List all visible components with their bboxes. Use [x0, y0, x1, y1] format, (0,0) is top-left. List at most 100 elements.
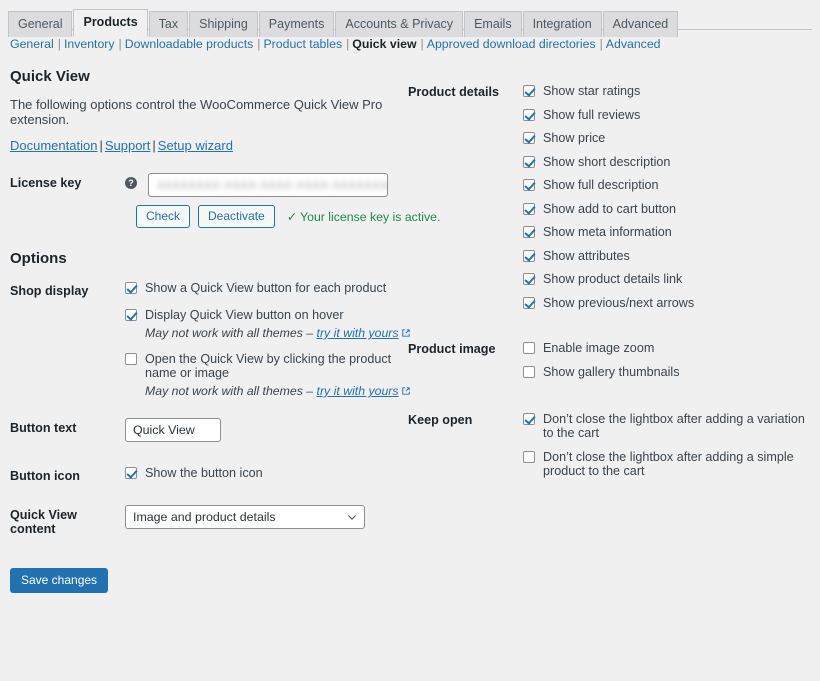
- help-icon[interactable]: ?: [125, 177, 137, 189]
- option-note: May not work with all themes – try it wi…: [145, 384, 410, 398]
- checkbox-label: Show attributes: [543, 249, 630, 263]
- checkbox-label: Show a Quick View button for each produc…: [145, 281, 386, 295]
- keep-open-options: Don’t close the lightbox after adding a …: [523, 412, 808, 487]
- tab-shipping[interactable]: Shipping: [189, 11, 258, 37]
- checkbox-row[interactable]: Show a Quick View button for each produc…: [125, 281, 410, 295]
- right-column: Product details Show star ratings Show fu…: [408, 68, 808, 487]
- checkbox-row[interactable]: Show full reviews: [523, 108, 808, 122]
- settings-content: Quick View The following options control…: [0, 68, 820, 593]
- checkbox-label: Show price: [543, 131, 605, 145]
- subnav-item-advanced[interactable]: Advanced: [606, 37, 661, 51]
- checkbox-row[interactable]: Show price: [523, 131, 808, 145]
- link-documentation[interactable]: Documentation: [10, 138, 97, 153]
- checkbox-row[interactable]: Display Quick View button on hover: [125, 308, 410, 322]
- checkbox-row[interactable]: Show short description: [523, 155, 808, 169]
- tab-advanced[interactable]: Advanced: [603, 11, 679, 37]
- subnav-separator: |: [54, 37, 64, 51]
- checkbox-row[interactable]: Don’t close the lightbox after adding a …: [523, 412, 808, 440]
- checkbox-show-attributes[interactable]: [523, 250, 535, 262]
- license-key-input[interactable]: XXXXXXXX-XXXX-XXXX-XXXX-XXXXXXXXXXXX: [148, 173, 388, 197]
- try-it-with-yours-link[interactable]: try it with yours: [317, 384, 399, 398]
- check-license-button[interactable]: Check: [136, 205, 190, 228]
- checkbox-row[interactable]: Show gallery thumbnails: [523, 365, 808, 379]
- button-icon-label: Button icon: [10, 466, 125, 483]
- button-text-label: Button text: [10, 418, 125, 435]
- link-separator: |: [150, 138, 157, 153]
- checkbox-row[interactable]: Show full description: [523, 178, 808, 192]
- tab-emails[interactable]: Emails: [464, 11, 522, 37]
- checkbox-row[interactable]: Don’t close the lightbox after adding a …: [523, 450, 808, 478]
- checkbox-show-a-quick-view-button-for-each-product[interactable]: [125, 282, 137, 294]
- checkbox-label: Show full description: [543, 178, 659, 192]
- page-title: Quick View: [10, 68, 410, 85]
- checkbox-don-t-close-the-lightbox-after-adding-a-simple-product-to-the-cart[interactable]: [523, 451, 535, 463]
- button-icon-row: Button icon Show the button icon: [10, 466, 410, 493]
- checkbox-row[interactable]: Show star ratings: [523, 84, 808, 98]
- checkbox-label: Show product details link: [543, 272, 682, 286]
- checkbox-show-product-details-link[interactable]: [523, 273, 535, 285]
- checkbox-show-full-reviews[interactable]: [523, 109, 535, 121]
- checkbox-enable-image-zoom[interactable]: [523, 342, 535, 354]
- try-it-with-yours-link[interactable]: try it with yours: [317, 326, 399, 340]
- checkbox-show-meta-information[interactable]: [523, 226, 535, 238]
- checkbox-show-full-description[interactable]: [523, 179, 535, 191]
- checkbox-label: Show add to cart button: [543, 202, 676, 216]
- product-image-options: Enable image zoom Show gallery thumbnails: [523, 341, 808, 388]
- checkbox-display-quick-view-button-on-hover[interactable]: [125, 309, 137, 321]
- checkbox-show-price[interactable]: [523, 132, 535, 144]
- checkbox-label: Enable image zoom: [543, 341, 654, 355]
- checkmark-icon: ✓: [287, 210, 297, 224]
- product-details-label: Product details: [408, 84, 523, 99]
- checkbox-row[interactable]: Show add to cart button: [523, 202, 808, 216]
- subnav-separator: |: [253, 37, 263, 51]
- option-note-text: May not work with all themes –: [145, 326, 317, 340]
- checkbox-show-button-icon[interactable]: [125, 467, 137, 479]
- tab-tax[interactable]: Tax: [149, 11, 188, 37]
- checkbox-label: Don’t close the lightbox after adding a …: [543, 412, 808, 440]
- checkbox-row[interactable]: Enable image zoom: [523, 341, 808, 355]
- quick-view-content-selected-value: Image and product details: [133, 510, 276, 524]
- tab-payments[interactable]: Payments: [259, 11, 335, 37]
- checkbox-label: Don’t close the lightbox after adding a …: [543, 450, 808, 478]
- left-column: Quick View The following options control…: [10, 68, 410, 593]
- subnav-item-inventory[interactable]: Inventory: [64, 37, 115, 51]
- subnav-separator: |: [596, 37, 606, 51]
- save-changes-button[interactable]: Save changes: [10, 568, 108, 593]
- tab-accounts-privacy[interactable]: Accounts & Privacy: [335, 11, 463, 37]
- link-support[interactable]: Support: [105, 138, 151, 153]
- checkbox-show-add-to-cart-button[interactable]: [523, 203, 535, 215]
- subnav-item-general[interactable]: General: [10, 37, 54, 51]
- checkbox-don-t-close-the-lightbox-after-adding-a-variation-to-the-cart[interactable]: [523, 413, 535, 425]
- checkbox-show-star-ratings[interactable]: [523, 85, 535, 97]
- save-row: Save changes: [10, 568, 410, 593]
- subnav-item-approved-download-directories[interactable]: Approved download directories: [427, 37, 596, 51]
- checkbox-label: Show previous/next arrows: [543, 296, 694, 310]
- checkbox-open-the-quick-view-by-clicking-the-product-name-or-image[interactable]: [125, 353, 137, 365]
- checkbox-row[interactable]: Show product details link: [523, 272, 808, 286]
- subnav-item-quick-view: Quick view: [352, 37, 416, 51]
- checkbox-row[interactable]: Show attributes: [523, 249, 808, 263]
- checkbox-row[interactable]: Show meta information: [523, 225, 808, 239]
- subnav-separator: |: [342, 37, 352, 51]
- checkbox-show-gallery-thumbnails[interactable]: [523, 366, 535, 378]
- checkbox-row[interactable]: Open the Quick View by clicking the prod…: [125, 352, 410, 380]
- checkbox-show-previous-next-arrows[interactable]: [523, 297, 535, 309]
- options-title: Options: [10, 250, 410, 267]
- checkbox-label: Display Quick View button on hover: [145, 308, 344, 322]
- checkbox-label: Show star ratings: [543, 84, 640, 98]
- link-setup-wizard[interactable]: Setup wizard: [158, 138, 233, 153]
- tab-products[interactable]: Products: [73, 9, 147, 37]
- tab-integration[interactable]: Integration: [523, 11, 602, 37]
- subnav-item-product-tables[interactable]: Product tables: [263, 37, 342, 51]
- quick-view-content-select[interactable]: Image and product details: [125, 505, 365, 529]
- checkbox-row[interactable]: Show the button icon: [125, 466, 410, 480]
- shop-display-row: Shop display Show a Quick View button fo…: [10, 281, 410, 410]
- subnav-item-downloadable-products[interactable]: Downloadable products: [125, 37, 254, 51]
- button-text-input[interactable]: [125, 418, 221, 442]
- deactivate-license-button[interactable]: Deactivate: [198, 205, 275, 228]
- tab-general[interactable]: General: [8, 11, 72, 37]
- checkbox-row[interactable]: Show previous/next arrows: [523, 296, 808, 310]
- subnav-separator: |: [417, 37, 427, 51]
- product-details-options: Show star ratings Show full reviews Show p…: [523, 84, 808, 319]
- checkbox-show-short-description[interactable]: [523, 156, 535, 168]
